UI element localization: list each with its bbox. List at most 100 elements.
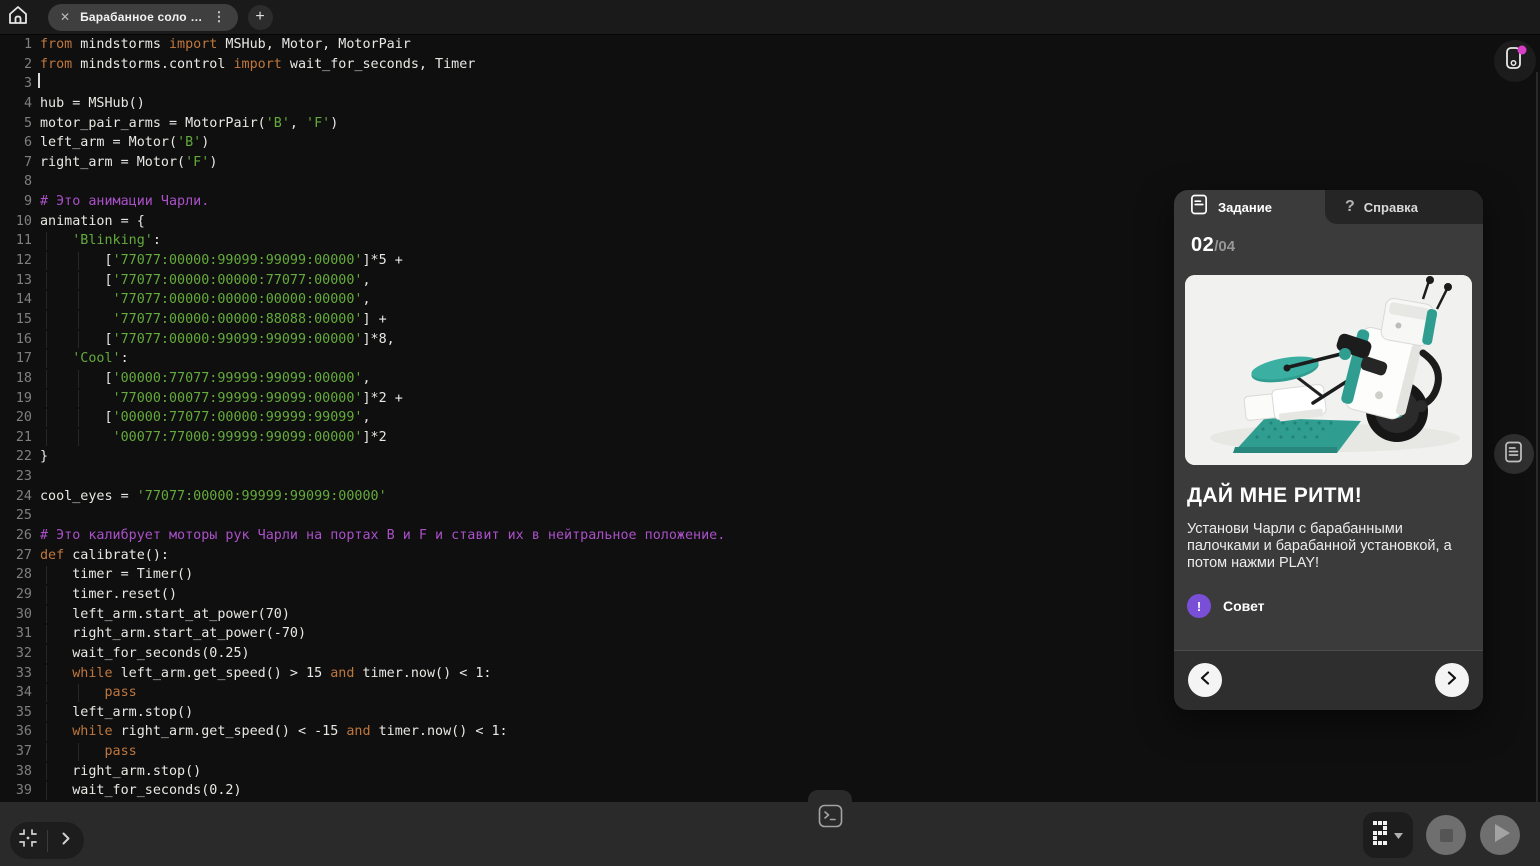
line-number: 21 [15,429,32,445]
editor-scrollbar[interactable] [1536,72,1538,842]
line-number: 23 [15,469,32,485]
line-number: 35 [15,704,32,720]
hub-connection-button[interactable] [1494,40,1536,82]
line-number: 30 [15,606,32,622]
question-icon: ? [1345,198,1355,215]
code-line: 3 [0,74,1540,94]
code-line: 5 motor_pair_arms = MotorPair('B', 'F') [0,114,1540,134]
caret-down-icon [1394,826,1403,844]
line-number: 36 [15,724,32,740]
new-tab-button[interactable]: + [247,4,273,30]
terminal-icon [818,804,843,832]
collapse-view-button[interactable] [10,822,47,859]
tab-help-label: Справка [1363,199,1418,215]
line-number: 19 [15,390,32,406]
step-total: /04 [1214,238,1236,255]
document-icon [1504,441,1524,468]
home-button[interactable] [0,0,36,35]
line-number: 3 [23,76,32,92]
line-number: 5 [23,115,32,131]
task-title: ДАЙ МНЕ РИТМ! [1187,484,1363,507]
tip-exclamation-icon: ! [1187,594,1211,618]
task-doc-icon [1190,194,1209,220]
line-number: 39 [15,783,32,799]
chevron-left-icon [1200,670,1210,690]
text-caret [38,73,40,88]
tip-label: Совет [1223,598,1265,614]
line-number: 28 [15,567,32,583]
line-number: 22 [15,449,32,465]
code-line: 6 left_arm = Motor('B') [0,133,1540,153]
notification-dot [1517,45,1527,54]
line-number: 9 [23,194,32,210]
line-number: 37 [15,744,32,760]
editor-view-controls [10,822,84,859]
line-number: 11 [15,233,32,249]
task-panel-footer [1174,650,1483,710]
bottom-bar [0,790,1540,866]
previous-step-button[interactable] [1188,663,1222,697]
line-number: 32 [15,645,32,661]
code-line: 1 from mindstorms import MSHub, Motor, Mo… [0,35,1540,55]
task-panel-tabs: Задание ? Справка [1174,190,1483,224]
play-button[interactable] [1480,815,1520,855]
tab-task[interactable]: Задание [1174,190,1325,224]
pixel-number-icon [1373,820,1389,850]
line-number: 24 [15,488,32,504]
line-number: 13 [15,272,32,288]
code-line: 2 from mindstorms.control import wait_for… [0,55,1540,75]
code-line: 39 wait_for_seconds(0.2) [0,781,1540,801]
line-number: 1 [23,37,32,52]
line-number: 27 [15,547,32,563]
line-number: 16 [15,331,32,347]
home-icon [7,4,29,31]
tab-title: Барабанное соло … [80,10,203,24]
console-button[interactable] [818,804,843,833]
line-number: 26 [15,528,32,544]
stop-button[interactable] [1426,815,1466,855]
line-number: 8 [23,174,32,190]
code-line: 7 right_arm = Motor('F') [0,153,1540,173]
top-bar: ✕ Барабанное соло … ⋮ + [0,0,1540,35]
tip-button[interactable]: ! Совет [1187,594,1265,618]
line-number: 12 [15,253,32,269]
tab-menu-icon[interactable]: ⋮ [211,9,228,25]
line-number: 6 [23,135,32,151]
line-number: 38 [15,763,32,779]
line-number: 20 [15,410,32,426]
step-current: 02 [1191,234,1215,256]
task-panel: Задание ? Справка 02 /04 ДАЙ МНЕ РИТМ! У… [1174,190,1483,710]
tab-task-label: Задание [1218,199,1272,215]
code-line: 37 pass [0,742,1540,762]
play-icon [1494,823,1510,847]
code-line: 38 right_arm.stop() [0,762,1540,782]
line-number: 31 [15,626,32,642]
task-panel-toggle-button[interactable] [1494,434,1534,474]
line-number: 14 [15,292,32,308]
hub-device-icon [1503,45,1527,78]
plus-icon: + [255,8,265,25]
next-step-button[interactable] [1435,663,1469,697]
project-tab[interactable]: ✕ Барабанное соло … ⋮ [48,3,238,31]
hub-slot-selector[interactable] [1363,812,1413,858]
code-line: 36 while right_arm.get_speed() < -15 and… [0,722,1540,742]
line-number: 34 [15,685,32,701]
line-number: 33 [15,665,32,681]
line-number: 17 [15,351,32,367]
stop-icon [1439,828,1453,842]
line-number: 25 [15,508,32,524]
tab-help[interactable]: ? Справка [1325,190,1483,224]
collapse-icon [19,829,38,852]
step-progress: 02 /04 [1191,234,1235,257]
chevron-right-icon [62,832,70,850]
chevron-right-icon [1447,670,1457,690]
tab-close-icon[interactable]: ✕ [58,9,72,25]
line-number: 2 [23,56,32,72]
line-number: 10 [15,213,32,229]
expand-panel-button[interactable] [48,822,85,859]
code-line: 4 hub = MSHub() [0,94,1540,114]
line-number: 7 [23,154,32,170]
line-number: 4 [23,95,32,111]
task-illustration [1185,275,1472,465]
task-description: Установи Чарли с барабанными палочками и… [1187,521,1452,571]
